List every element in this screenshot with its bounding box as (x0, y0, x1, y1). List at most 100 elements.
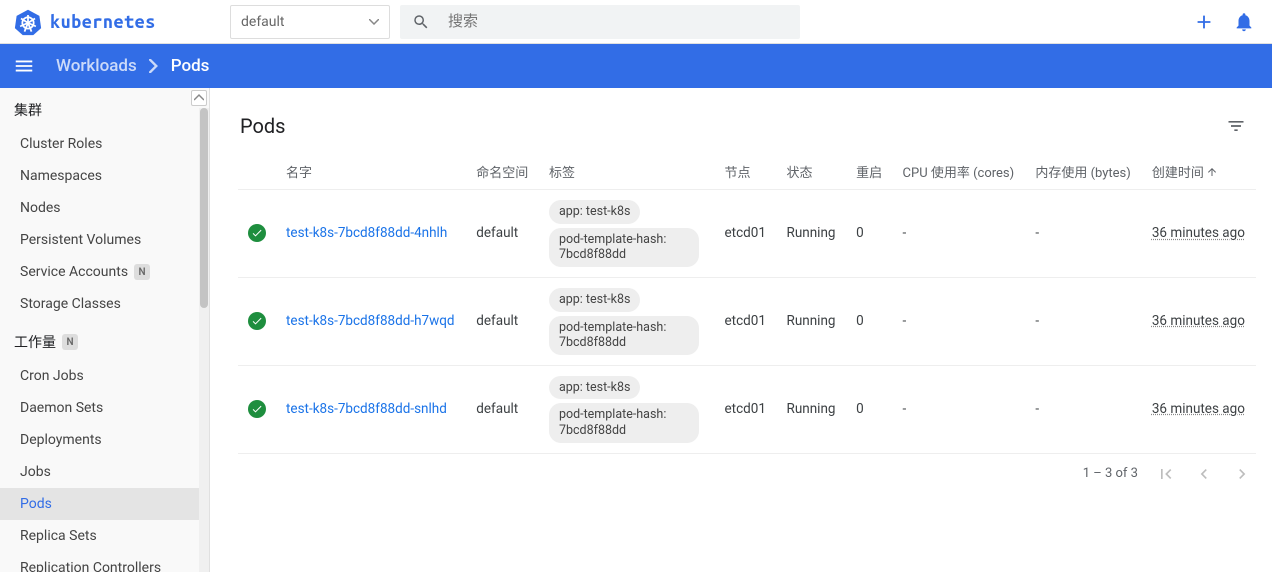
count-badge: N (62, 334, 78, 350)
cell-cpu: - (893, 365, 1026, 453)
cell-restarts: 0 (846, 190, 892, 278)
cell-restarts: 0 (846, 365, 892, 453)
col-namespace[interactable]: 命名空间 (466, 154, 539, 190)
cell-namespace: default (466, 277, 539, 365)
sidebar-section-cluster[interactable]: 集群 (0, 88, 209, 128)
cell-node: etcd01 (715, 190, 777, 278)
namespace-select-value: default (241, 14, 285, 30)
cell-memory: - (1025, 190, 1141, 278)
sidebar-item-label: Persistent Volumes (20, 232, 141, 248)
pods-table: 名字 命名空间 标签 节点 状态 重启 CPU 使用率 (cores) 内存使用… (238, 154, 1256, 454)
col-created[interactable]: 创建时间 (1142, 154, 1256, 190)
sidebar-item-service-accounts[interactable]: Service Accounts N (0, 256, 209, 288)
sidebar-item-label: Deployments (20, 432, 102, 448)
cell-labels: app: test-k8s pod-template-hash: 7bcd8f88… (539, 277, 715, 365)
cell-restarts: 0 (846, 277, 892, 365)
col-restarts[interactable]: 重启 (846, 154, 892, 190)
sidebar-item-deployments[interactable]: Deployments (0, 424, 209, 456)
notifications-button[interactable] (1224, 2, 1264, 42)
cell-labels: app: test-k8spod-template-hash: 7bcd8f88… (539, 365, 715, 453)
breadcrumb-current: Pods (171, 56, 210, 76)
label-chip: pod-template-hash: 7bcd8f88dd (549, 228, 699, 267)
count-badge: N (134, 264, 150, 280)
chevron-right-icon (149, 59, 159, 73)
cell-node: etcd01 (715, 365, 777, 453)
sidebar-item-replication-controllers[interactable]: Replication Controllers (0, 552, 209, 572)
menu-toggle-button[interactable] (12, 54, 36, 78)
breadcrumb-bar: Workloads Pods (0, 44, 1272, 88)
sidebar-scrollbar[interactable] (199, 108, 209, 572)
sidebar-item-persistent-volumes[interactable]: Persistent Volumes (0, 224, 209, 256)
add-button[interactable] (1184, 2, 1224, 42)
status-ok-icon (248, 400, 266, 418)
pod-name-link[interactable]: test-k8s-7bcd8f88dd-snlhd (286, 401, 447, 417)
col-node[interactable]: 节点 (715, 154, 777, 190)
cell-cpu: - (893, 190, 1026, 278)
col-memory[interactable]: 内存使用 (bytes) (1025, 154, 1141, 190)
cell-cpu: - (893, 277, 1026, 365)
pods-card: Pods 名字 命名空间 标签 节点 状态 重启 CPU 使用率 (cores (238, 110, 1256, 488)
sidebar-item-cron-jobs[interactable]: Cron Jobs (0, 360, 209, 392)
col-cpu[interactable]: CPU 使用率 (cores) (893, 154, 1026, 190)
label-chip: pod-template-hash: 7bcd8f88dd (549, 316, 699, 355)
sidebar-item-label: Storage Classes (20, 296, 121, 312)
col-created-label: 创建时间 (1152, 162, 1204, 181)
sidebar-item-label: Daemon Sets (20, 400, 103, 416)
table-header-row: 名字 命名空间 标签 节点 状态 重启 CPU 使用率 (cores) 内存使用… (238, 154, 1256, 190)
sidebar-item-storage-classes[interactable]: Storage Classes (0, 288, 209, 320)
kubernetes-logo-icon (14, 8, 50, 36)
sidebar-item-label: Pods (20, 496, 52, 512)
col-status[interactable]: 状态 (777, 154, 847, 190)
search-input[interactable] (448, 13, 788, 30)
sidebar-scrollbar-thumb[interactable] (200, 108, 208, 308)
sidebar: 集群 Cluster Roles Namespaces Nodes Persis… (0, 88, 210, 572)
search-icon (412, 13, 430, 31)
topbar: kubernetes default (0, 0, 1272, 44)
table-row: test-k8s-7bcd8f88dd-h7wqddefaultapp: tes… (238, 277, 1256, 365)
search-box[interactable] (400, 5, 800, 39)
label-chip: app: test-k8s (549, 200, 641, 224)
cell-namespace: default (466, 190, 539, 278)
cell-created: 36 minutes ago (1142, 190, 1256, 278)
cell-labels: app: test-k8s pod-template-hash: 7bcd8f88… (539, 190, 715, 278)
pager-next-button[interactable] (1232, 464, 1252, 484)
pod-name-link[interactable]: test-k8s-7bcd8f88dd-h7wqd (286, 313, 455, 329)
main: 集群 Cluster Roles Namespaces Nodes Persis… (0, 88, 1272, 572)
sidebar-item-daemon-sets[interactable]: Daemon Sets (0, 392, 209, 424)
brand[interactable]: kubernetes (8, 8, 230, 36)
page-title: Pods (240, 114, 286, 138)
namespace-select[interactable]: default (230, 5, 390, 39)
content: Pods 名字 命名空间 标签 节点 状态 重启 CPU 使用率 (cores (210, 88, 1272, 572)
sidebar-item-cluster-roles[interactable]: Cluster Roles (0, 128, 209, 160)
chevron-down-icon (369, 19, 379, 25)
sidebar-item-namespaces[interactable]: Namespaces (0, 160, 209, 192)
cell-memory: - (1025, 365, 1141, 453)
cell-created: 36 minutes ago (1142, 277, 1256, 365)
breadcrumb-parent[interactable]: Workloads (56, 56, 137, 76)
pager-prev-button[interactable] (1194, 464, 1214, 484)
cell-status: Running (777, 190, 847, 278)
pager-first-button[interactable] (1156, 464, 1176, 484)
cell-created: 36 minutes ago (1142, 365, 1256, 453)
sidebar-item-label: Cluster Roles (20, 136, 102, 152)
cell-node: etcd01 (715, 277, 777, 365)
scroll-up-icon[interactable] (191, 90, 207, 106)
sidebar-item-replica-sets[interactable]: Replica Sets (0, 520, 209, 552)
col-labels[interactable]: 标签 (539, 154, 715, 190)
filter-button[interactable] (1224, 114, 1248, 138)
sidebar-item-pods[interactable]: Pods (0, 488, 209, 520)
pager-range: 1 – 3 of 3 (1083, 466, 1138, 481)
cell-namespace: default (466, 365, 539, 453)
sidebar-section-workloads[interactable]: 工作量 N (0, 320, 209, 360)
sidebar-item-label: Service Accounts (20, 264, 128, 280)
sidebar-item-label: Cron Jobs (20, 368, 84, 384)
sidebar-item-nodes[interactable]: Nodes (0, 192, 209, 224)
pod-name-link[interactable]: test-k8s-7bcd8f88dd-4nhlh (286, 225, 447, 241)
cell-memory: - (1025, 277, 1141, 365)
col-name[interactable]: 名字 (276, 154, 466, 190)
sidebar-item-label: Replication Controllers (20, 560, 161, 572)
sidebar-item-label: Jobs (20, 464, 51, 480)
sidebar-item-jobs[interactable]: Jobs (0, 456, 209, 488)
brand-name: kubernetes (50, 12, 156, 32)
label-chip: app: test-k8s (549, 288, 641, 312)
